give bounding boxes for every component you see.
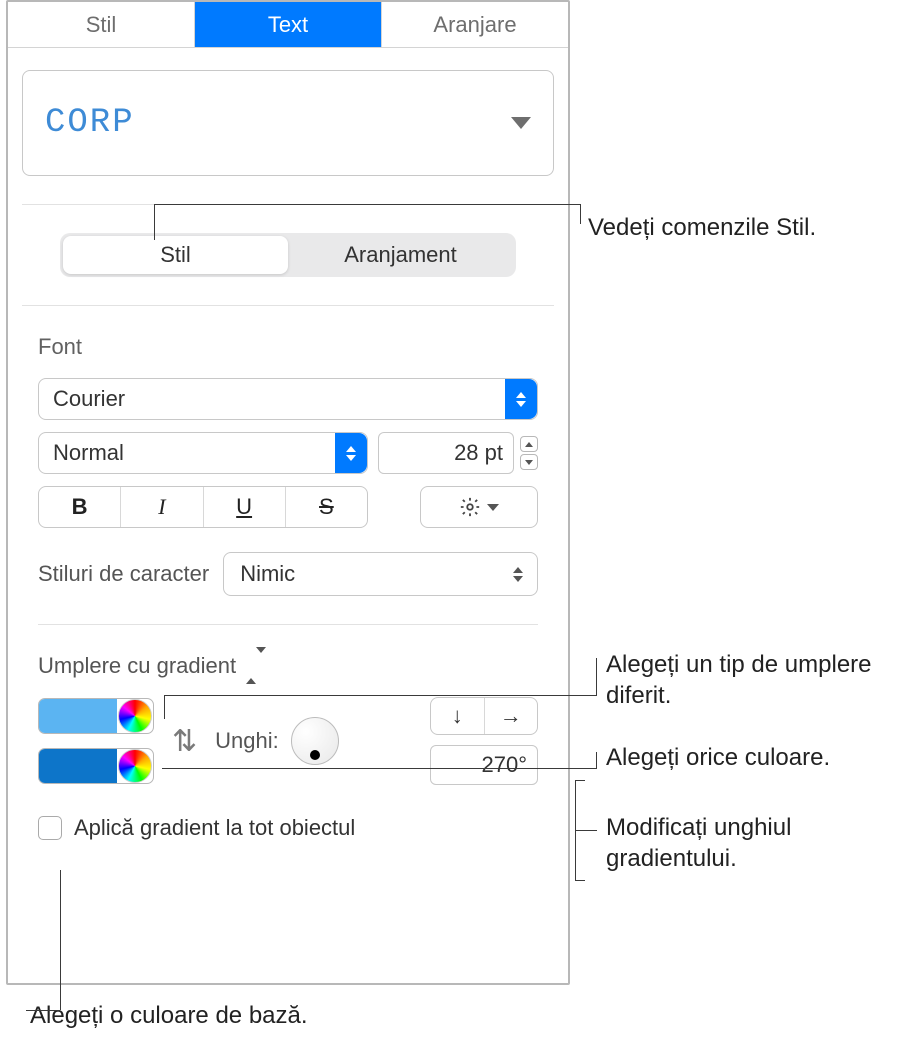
callout-fill-type: Alegeți un tip de umplere diferit. bbox=[606, 649, 886, 711]
angle-knob[interactable] bbox=[291, 717, 339, 765]
color-wheel-icon[interactable] bbox=[118, 699, 152, 733]
font-section-label: Font bbox=[38, 334, 538, 360]
chevron-down-icon bbox=[511, 117, 531, 129]
direction-down-button[interactable]: ↓ bbox=[431, 698, 485, 734]
bold-button[interactable]: B bbox=[39, 487, 121, 527]
direction-right-button[interactable]: → bbox=[485, 698, 538, 734]
divider bbox=[38, 624, 538, 625]
character-styles-label: Stiluri de caracter bbox=[38, 561, 209, 587]
leader-line bbox=[596, 658, 597, 696]
leader-line bbox=[154, 204, 155, 240]
apply-gradient-checkbox[interactable] bbox=[38, 816, 62, 840]
leader-line bbox=[575, 830, 597, 831]
leader-line bbox=[162, 768, 596, 769]
font-typeface-popup[interactable]: Normal bbox=[38, 432, 368, 474]
italic-button[interactable]: I bbox=[121, 487, 203, 527]
updown-icon bbox=[513, 567, 523, 582]
font-family-popup[interactable]: Courier bbox=[38, 378, 538, 420]
inspector-panel: Stil Text Aranjare CORP Stil Aranjament … bbox=[6, 0, 570, 985]
leader-line bbox=[26, 1010, 60, 1011]
stop2-swatch[interactable] bbox=[39, 749, 117, 783]
advanced-options-button[interactable] bbox=[420, 486, 538, 528]
color-wheel-icon[interactable] bbox=[118, 749, 152, 783]
gradient-stop-1 bbox=[38, 698, 154, 734]
paragraph-style-popup[interactable]: CORP bbox=[22, 70, 554, 176]
character-styles-value: Nimic bbox=[240, 561, 295, 587]
callout-base-color: Alegeți o culoare de bază. bbox=[30, 1000, 308, 1031]
font-typeface-value: Normal bbox=[53, 440, 124, 466]
leader-line bbox=[164, 695, 596, 696]
leader-line bbox=[596, 752, 597, 769]
chevron-down-icon bbox=[487, 504, 499, 511]
divider bbox=[22, 305, 554, 306]
gear-icon bbox=[459, 496, 481, 518]
knob-dot-icon bbox=[310, 750, 320, 760]
updown-icon bbox=[505, 379, 537, 419]
stepper-down[interactable] bbox=[520, 454, 538, 470]
gradient-stop-2 bbox=[38, 748, 154, 784]
angle-field[interactable]: 270° bbox=[430, 745, 538, 785]
gradient-stops bbox=[38, 698, 154, 784]
font-size-field[interactable]: 28 pt bbox=[378, 432, 514, 474]
paragraph-style-name: CORP bbox=[45, 104, 135, 142]
segment-arrangement[interactable]: Aranjament bbox=[288, 236, 513, 274]
angle-value: 270° bbox=[481, 752, 527, 778]
font-size-stepper bbox=[520, 436, 538, 470]
stepper-up[interactable] bbox=[520, 436, 538, 452]
flip-gradient-icon[interactable]: ⇅ bbox=[172, 724, 197, 759]
updown-icon bbox=[246, 653, 266, 679]
updown-icon bbox=[335, 433, 367, 473]
leader-line bbox=[575, 780, 585, 781]
strikethrough-button[interactable]: S bbox=[286, 487, 367, 527]
callout-angle: Modificați unghiul gradientului. bbox=[606, 812, 886, 874]
leader-line bbox=[575, 880, 585, 881]
leader-line bbox=[154, 204, 580, 205]
tab-style[interactable]: Stil bbox=[8, 2, 195, 47]
callout-any-color: Alegeți orice culoare. bbox=[606, 742, 830, 773]
leader-line bbox=[60, 870, 61, 1010]
text-format-group: B I U S bbox=[38, 486, 368, 528]
callout-see-style: Vedeți comenzile Stil. bbox=[588, 212, 816, 243]
character-styles-popup[interactable]: Nimic bbox=[223, 552, 538, 596]
angle-label: Unghi: bbox=[215, 728, 279, 754]
underline-button[interactable]: U bbox=[204, 487, 286, 527]
leader-line bbox=[580, 204, 581, 224]
fill-type-popup[interactable]: Umplere cu gradient bbox=[38, 653, 538, 679]
fill-type-label: Umplere cu gradient bbox=[38, 653, 236, 679]
style-arrangement-segment: Stil Aranjament bbox=[60, 233, 516, 277]
tab-text[interactable]: Text bbox=[195, 2, 382, 47]
top-tabs: Stil Text Aranjare bbox=[8, 2, 568, 48]
leader-line bbox=[164, 695, 165, 719]
tab-arrange[interactable]: Aranjare bbox=[382, 2, 568, 47]
apply-gradient-label: Aplică gradient la tot obiectul bbox=[74, 815, 355, 841]
stop1-swatch[interactable] bbox=[39, 699, 117, 733]
font-family-value: Courier bbox=[53, 386, 125, 412]
segment-style[interactable]: Stil bbox=[63, 236, 288, 274]
gradient-direction-group: ↓ → bbox=[430, 697, 538, 735]
font-size-value: 28 pt bbox=[454, 440, 503, 466]
